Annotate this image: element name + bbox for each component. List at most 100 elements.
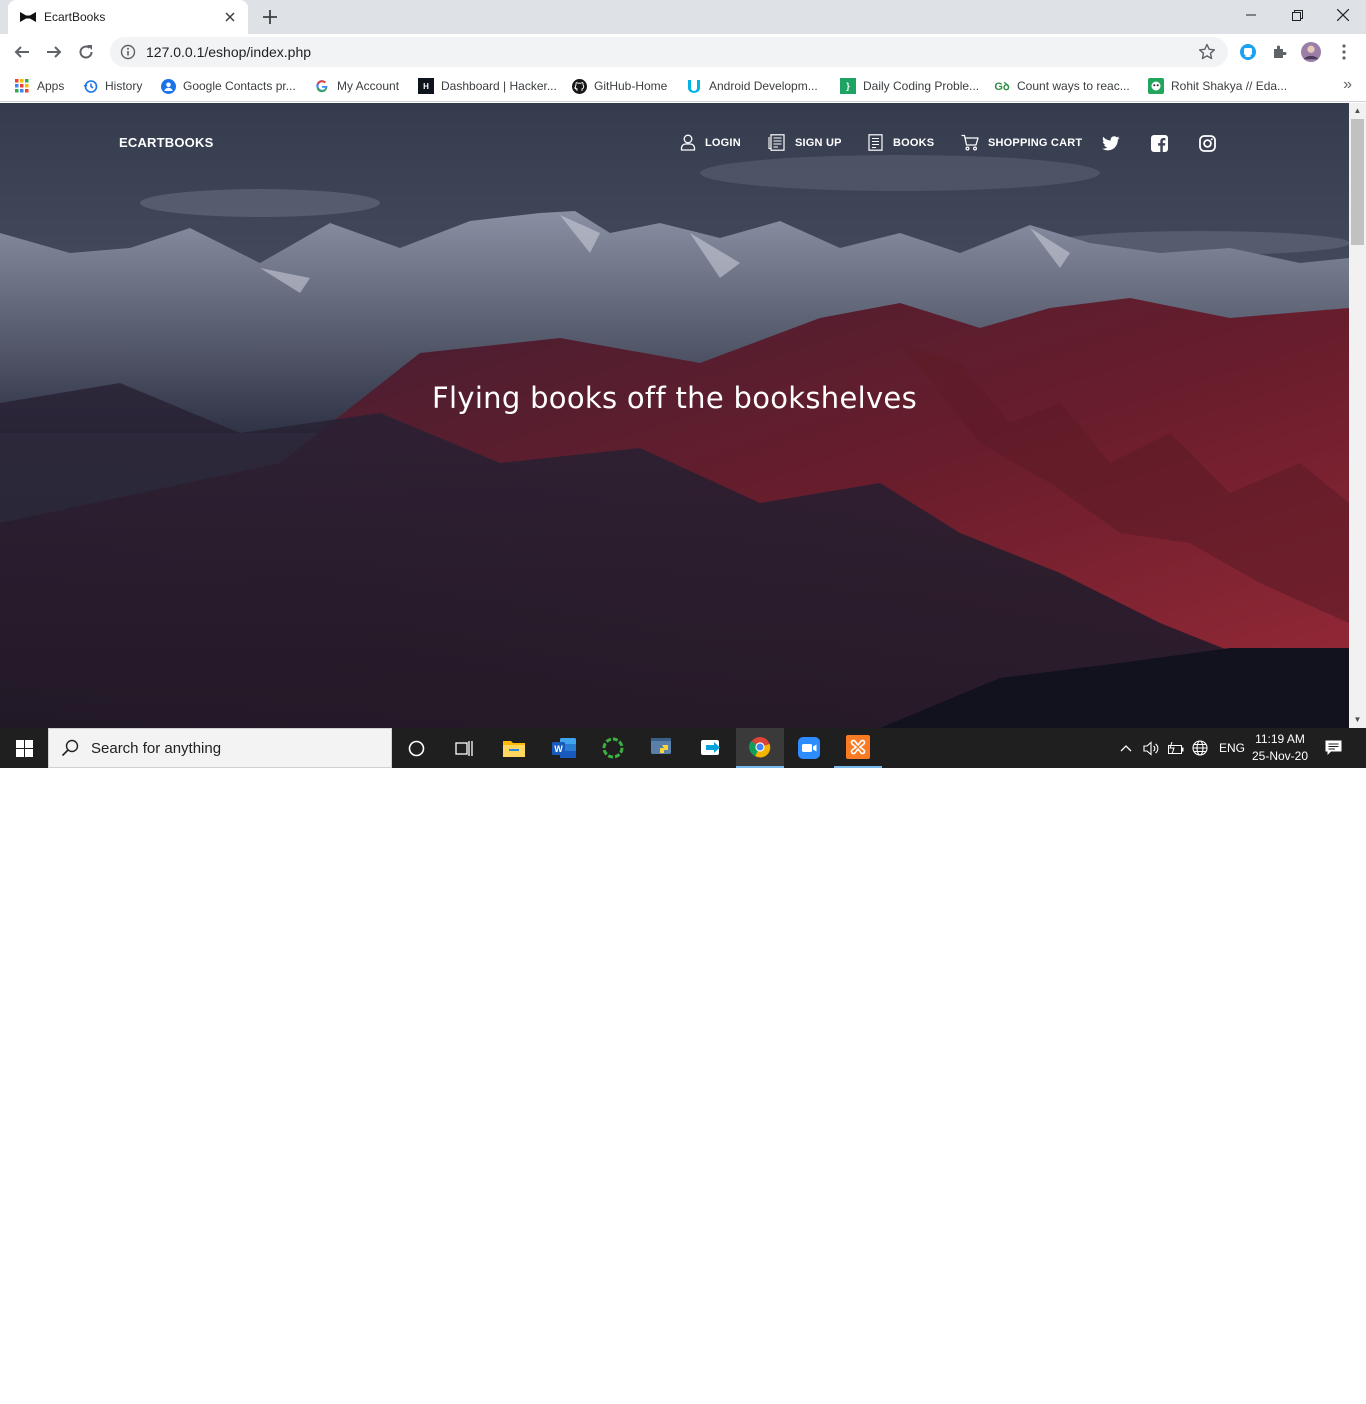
tab-title: EcartBooks	[44, 10, 106, 24]
github-icon	[571, 78, 587, 94]
tab-ecartbooks[interactable]: EcartBooks	[8, 0, 248, 34]
nav-signup[interactable]: SIGN UP	[768, 134, 842, 151]
battery-icon[interactable]	[1168, 728, 1184, 768]
nav-books[interactable]: BOOKS	[868, 134, 934, 151]
start-button[interactable]	[0, 728, 48, 768]
bookmark-label: Apps	[37, 79, 65, 93]
bookmark-label: Daily Coding Proble...	[863, 79, 980, 93]
bookmark-apps[interactable]: Apps	[14, 76, 64, 96]
udacity-icon	[686, 78, 702, 94]
extension-blue-icon[interactable]	[1238, 42, 1258, 62]
instagram-icon[interactable]	[1197, 133, 1217, 153]
xampp-icon[interactable]	[834, 728, 882, 768]
close-window-button[interactable]	[1320, 0, 1366, 30]
minimize-button[interactable]	[1228, 0, 1274, 30]
scroll-down-icon[interactable]: ▼	[1353, 715, 1362, 724]
page-scrollbar[interactable]: ▲ ▼	[1349, 103, 1366, 728]
windows-taskbar: Search for anything W ENG 11:19 AM 25-No…	[0, 728, 1366, 768]
taskbar-search-box[interactable]: Search for anything	[48, 728, 392, 768]
page-viewport: ECARTBOOKS LOGIN SIGN UP BOOKS SHOPPING …	[0, 103, 1349, 728]
daily-coding-icon: }	[840, 78, 856, 94]
site-brand[interactable]: ECARTBOOKS	[119, 135, 213, 150]
reload-button[interactable]	[72, 38, 100, 66]
network-globe-icon[interactable]	[1192, 728, 1208, 768]
chevron-up-icon	[1120, 745, 1132, 752]
history-icon	[82, 78, 98, 94]
address-url: 127.0.0.1/eshop/index.php	[146, 44, 312, 60]
info-icon[interactable]	[120, 44, 136, 60]
search-icon	[61, 739, 79, 757]
site-navbar: ECARTBOOKS LOGIN SIGN UP BOOKS SHOPPING …	[0, 103, 1349, 183]
close-icon	[1337, 9, 1349, 21]
google-g-icon	[314, 78, 330, 94]
nav-login[interactable]: LOGIN	[680, 134, 741, 151]
kebab-menu-icon	[1342, 44, 1346, 60]
extensions-puzzle-icon[interactable]	[1270, 42, 1290, 62]
bookmark-label: My Account	[337, 79, 400, 93]
taskbar-search-placeholder: Search for anything	[91, 739, 222, 757]
nav-cart-label: SHOPPING CART	[988, 136, 1083, 149]
python-icon[interactable]	[638, 728, 686, 768]
remote-icon[interactable]	[687, 728, 735, 768]
bookmark-label: Dashboard | Hacker...	[441, 79, 557, 93]
language-indicator[interactable]: ENG	[1219, 728, 1245, 768]
more-bookmarks-button[interactable]: »	[1343, 76, 1352, 94]
back-arrow-icon	[14, 46, 29, 58]
hero-headline: Flying books off the bookshelves	[432, 381, 917, 415]
bookmark-label: GitHub-Home	[594, 79, 668, 93]
volume-icon[interactable]	[1143, 728, 1160, 768]
show-hidden-icons-button[interactable]	[1120, 728, 1132, 768]
nav-shopping-cart[interactable]: SHOPPING CART	[961, 134, 1082, 151]
cart-icon	[961, 134, 979, 151]
bookmark-android-dev[interactable]: Android Developm...	[686, 76, 818, 96]
file-explorer-icon[interactable]	[490, 728, 538, 768]
bookmark-label: History	[105, 79, 143, 93]
bowtie-icon	[20, 9, 36, 25]
facebook-icon[interactable]	[1149, 133, 1169, 153]
forward-button[interactable]	[40, 38, 68, 66]
profile-avatar[interactable]	[1301, 42, 1321, 62]
book-list-icon	[868, 134, 883, 151]
bookmark-google-contacts[interactable]: Google Contacts pr...	[160, 76, 296, 96]
bookmark-edabit[interactable]: Rohit Shakya // Eda...	[1148, 76, 1287, 96]
twitter-icon[interactable]	[1101, 133, 1121, 153]
registration-form-icon	[768, 134, 785, 151]
nav-login-label: LOGIN	[705, 136, 741, 149]
bookmark-star-icon[interactable]	[1198, 43, 1216, 61]
bookmark-label: Rohit Shakya // Eda...	[1171, 79, 1288, 93]
user-icon	[680, 134, 696, 151]
zoom-icon[interactable]	[785, 728, 833, 768]
clock-date: 25-Nov-20	[1251, 749, 1309, 763]
svg-text:W: W	[554, 744, 563, 754]
word-icon[interactable]: W	[540, 728, 588, 768]
bookmark-hackerrank[interactable]: H Dashboard | Hacker...	[418, 76, 557, 96]
taskbar-clock[interactable]: 11:19 AM 25-Nov-20	[1244, 731, 1316, 765]
close-tab-icon[interactable]	[222, 9, 238, 25]
new-tab-button[interactable]	[258, 5, 282, 29]
task-view-icon[interactable]	[440, 728, 488, 768]
back-button[interactable]	[8, 38, 36, 66]
forward-arrow-icon	[47, 46, 62, 58]
bookmark-my-account[interactable]: My Account	[314, 76, 399, 96]
edabit-icon	[1148, 78, 1164, 94]
address-bar[interactable]: 127.0.0.1/eshop/index.php	[110, 37, 1228, 67]
bookmark-daily-coding[interactable]: } Daily Coding Proble...	[840, 76, 979, 96]
action-center-icon[interactable]	[1325, 728, 1342, 768]
hero-mountain-background	[0, 103, 1349, 728]
tab-strip: EcartBooks	[0, 0, 1366, 34]
scrollbar-thumb[interactable]	[1351, 119, 1364, 245]
bookmark-label: Android Developm...	[709, 79, 818, 93]
hackerrank-icon: H	[418, 78, 434, 94]
cortana-icon[interactable]	[392, 728, 440, 768]
chrome-icon[interactable]	[736, 728, 784, 768]
geeksforgeeks-icon: Gꝺ	[994, 80, 1010, 93]
google-contacts-icon	[160, 78, 176, 94]
restore-button[interactable]	[1274, 0, 1320, 30]
browser-toolbar: 127.0.0.1/eshop/index.php	[0, 34, 1366, 70]
chrome-menu-button[interactable]	[1334, 42, 1354, 62]
bookmark-history[interactable]: History	[82, 76, 142, 96]
scroll-up-icon[interactable]: ▲	[1353, 106, 1362, 115]
green-ring-icon[interactable]	[589, 728, 637, 768]
bookmark-github[interactable]: GitHub-Home	[571, 76, 667, 96]
bookmark-geeksforgeeks[interactable]: Gꝺ Count ways to reac...	[994, 76, 1129, 96]
